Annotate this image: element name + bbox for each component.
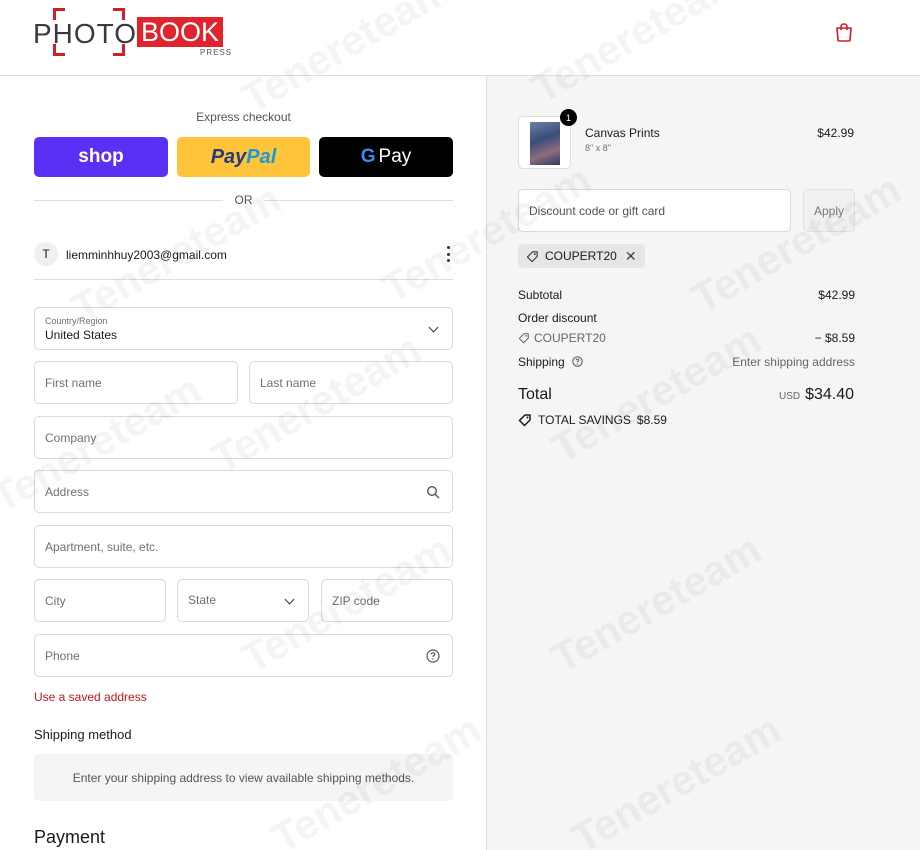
last-name-placeholder: Last name [260,376,317,390]
product-price: $42.99 [817,126,854,140]
order-discount-row: Order discount [518,311,855,325]
address-field[interactable]: Address [34,470,453,513]
shipping-method-note: Enter your shipping address to view avai… [72,770,415,785]
help-circle-icon[interactable] [426,649,440,663]
shopping-bag-icon[interactable] [835,22,853,42]
payment-title: Payment [34,827,106,847]
search-icon [426,485,440,499]
last-name-field[interactable]: Last name [249,361,453,404]
shipping-row: Shipping Enter shipping address [518,355,855,369]
company-field[interactable]: Company [34,416,453,459]
remove-coupon-icon[interactable]: ✕ [625,248,637,265]
discount-code-row: COUPERT20 − $8.59 [518,331,855,345]
google-g-icon: G [360,146,376,167]
shipping-label: Shipping [518,355,565,369]
site-header: PHOTO BOOK PRESS [0,0,920,76]
zip-field[interactable]: ZIP code [321,579,453,622]
total-savings-value: $8.59 [636,413,667,427]
zip-placeholder: ZIP code [332,594,380,608]
country-label: Country/Region [45,316,108,326]
shop-pay-label: shop [78,146,124,167]
brand-logo[interactable]: PHOTO BOOK PRESS [33,8,233,60]
quantity-badge: 1 [560,109,577,126]
phone-field[interactable]: Phone [34,634,453,677]
google-pay-label: Pay [378,146,412,167]
express-checkout-label: Express checkout [196,110,291,124]
subtotal-row: Subtotal $42.99 [518,288,855,302]
chevron-down-icon [428,322,439,333]
paypal-label-part1: Pay [210,145,247,168]
total-value: $34.40 [805,386,854,403]
checkout-form-column: Express checkout shop Pay Pal G Pay OR T … [0,76,486,850]
order-discount-label: Order discount [518,311,597,325]
tag-icon [518,414,531,427]
applied-coupon-chip: COUPERT20 ✕ [518,244,645,268]
tag-icon [526,250,538,262]
coupon-code: COUPERT20 [545,249,617,263]
apply-discount-button[interactable]: Apply [803,189,855,232]
paypal-label-part2: Pal [246,145,277,168]
country-value: United States [45,328,118,342]
state-select[interactable]: State [177,579,309,622]
phone-placeholder: Phone [45,649,80,663]
shipping-value: Enter shipping address [732,355,855,369]
paypal-button[interactable]: Pay Pal [177,137,310,177]
divider-line [264,200,453,201]
chevron-down-icon [284,594,295,605]
more-options-icon[interactable] [445,246,451,262]
total-currency: USD [779,391,801,402]
first-name-placeholder: First name [45,376,102,390]
apartment-placeholder: Apartment, suite, etc. [45,540,159,554]
account-row: T liemminhhuy2003@gmail.com [34,236,453,280]
country-select[interactable]: Country/Region United States [34,307,453,350]
total-savings-label: TOTAL SAVINGS [538,413,631,427]
use-saved-address-link[interactable]: Use a saved address [34,690,147,704]
apartment-field[interactable]: Apartment, suite, etc. [34,525,453,568]
state-placeholder: State [188,593,217,607]
city-field[interactable]: City [34,579,166,622]
order-summary-column: 1 Canvas Prints 8" x 8" $42.99 Discount … [486,76,920,850]
tag-icon [518,333,529,344]
or-divider: OR [34,193,453,207]
company-placeholder: Company [45,431,97,445]
discount-code-label: COUPERT20 [534,331,606,345]
subtotal-label: Subtotal [518,288,563,302]
product-variant: 8" x 8" [585,143,611,153]
total-savings-row: TOTAL SAVINGS $8.59 [518,413,667,427]
discount-code-input[interactable]: Discount code or gift card [518,189,791,232]
discount-amount: − $8.59 [814,331,855,345]
total-label: Total [518,386,552,403]
discount-code-placeholder: Discount code or gift card [529,204,666,218]
city-placeholder: City [45,594,66,608]
first-name-field[interactable]: First name [34,361,238,404]
subtotal-value: $42.99 [818,288,855,302]
account-email: liemminhhuy2003@gmail.com [66,248,227,262]
logo-photo-text: PHOTO [33,18,138,49]
logo-book-text: BOOK [137,17,224,47]
avatar: T [34,242,58,266]
product-image [530,122,560,165]
logo-press-text: PRESS [200,48,233,57]
google-pay-button[interactable]: G Pay [319,137,453,177]
shop-pay-button[interactable]: shop [34,137,168,177]
shipping-method-notice: Enter your shipping address to view avai… [34,754,453,801]
product-name: Canvas Prints [585,126,660,140]
address-placeholder: Address [45,485,90,499]
shipping-method-title: Shipping method [34,727,132,742]
help-circle-icon[interactable] [572,356,583,367]
